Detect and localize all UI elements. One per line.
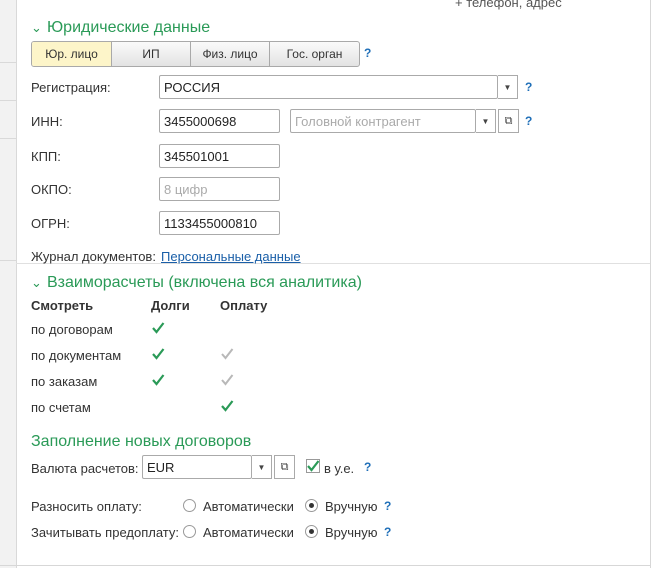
in-units-checkbox[interactable] (306, 459, 320, 473)
okpo-label: ОКПО: (31, 182, 72, 197)
strip-divider (0, 260, 16, 261)
radio-selected-dot (309, 529, 314, 534)
prepay-manual-radio[interactable] (305, 525, 318, 538)
distribute-auto-label: Автоматически (203, 499, 294, 514)
settlements-section-title: Взаиморасчеты (включена вся аналитика) (47, 274, 362, 291)
chevron-down-icon: ⌄ (31, 275, 42, 290)
orders-debts-checkbox[interactable] (151, 373, 165, 387)
triangle-down-icon: ▼ (257, 462, 266, 472)
triangle-down-icon: ▼ (503, 82, 512, 92)
parent-counterparty-dropdown[interactable]: ▼ (476, 109, 496, 133)
distribute-manual-label: Вручную (325, 499, 378, 514)
prepay-auto-label: Автоматически (203, 525, 294, 540)
distribute-auto-radio[interactable] (183, 499, 196, 512)
prepayment-label: Зачитывать предоплату: (31, 525, 179, 540)
prepay-manual-label: Вручную (325, 525, 378, 540)
currency-label: Валюта расчетов: (31, 461, 139, 476)
inn-input[interactable]: 3455000698 (159, 109, 280, 133)
open-window-icon: ⧉ (280, 460, 289, 473)
ogrn-input[interactable]: 1133455000810 (159, 211, 280, 235)
documents-payment-checkbox (221, 348, 234, 360)
currency-input[interactable]: EUR (142, 455, 252, 479)
legal-section-title: Юридические данные (47, 19, 211, 36)
entity-type-help[interactable]: ? (364, 46, 371, 60)
row-by-invoices-label: по счетам (31, 400, 91, 415)
inn-label: ИНН: (31, 114, 63, 129)
personal-data-link[interactable]: Персональные данные (161, 249, 301, 264)
parent-counterparty-input[interactable]: Головной контрагент (290, 109, 476, 133)
form-right-border (650, 0, 651, 568)
settlements-section-header[interactable]: ⌄ Взаиморасчеты (включена вся аналитика) (31, 274, 362, 292)
journal-label: Журнал документов: (31, 249, 156, 264)
new-contracts-section-title[interactable]: Заполнение новых договоров (31, 433, 251, 451)
phone-address-link[interactable]: + телефон, адрес (455, 0, 562, 10)
registration-dropdown-button[interactable]: ▼ (498, 75, 518, 99)
parent-counterparty-select: Головной контрагент ▼ ⧉ (290, 109, 519, 133)
registration-input[interactable]: РОССИЯ (159, 75, 498, 99)
payment-column-header: Оплату (220, 298, 268, 313)
currency-open-button[interactable]: ⧉ (274, 455, 295, 479)
strip-divider (0, 62, 16, 63)
legal-section-header[interactable]: ⌄ Юридические данные (31, 19, 210, 37)
distribute-payment-label: Разносить оплату: (31, 499, 142, 514)
strip-divider (0, 138, 16, 139)
registration-help[interactable]: ? (525, 80, 532, 94)
okpo-input[interactable]: 8 цифр (159, 177, 280, 201)
row-by-contracts-label: по договорам (31, 322, 113, 337)
entity-type-switch: Юр. лицо ИП Физ. лицо Гос. орган (31, 41, 360, 67)
currency-dropdown-button[interactable]: ▼ (252, 455, 272, 479)
row-by-orders-label: по заказам (31, 374, 98, 389)
radio-selected-dot (309, 503, 314, 508)
registration-label: Регистрация: (31, 80, 111, 95)
prepay-help[interactable]: ? (384, 525, 391, 539)
inn-help[interactable]: ? (525, 114, 532, 128)
chevron-down-icon: ⌄ (31, 20, 42, 35)
left-panel-strip (0, 0, 17, 568)
form-bottom-border (0, 565, 650, 566)
kpp-label: КПП: (31, 149, 61, 164)
view-column-header: Смотреть (31, 298, 94, 313)
in-units-help[interactable]: ? (364, 460, 371, 474)
registration-select: РОССИЯ ▼ (159, 75, 518, 99)
debts-column-header: Долги (151, 298, 190, 313)
tab-individual-entrepreneur[interactable]: ИП (112, 42, 191, 66)
open-window-icon: ⧉ (504, 114, 513, 127)
tab-government-body[interactable]: Гос. орган (270, 42, 359, 66)
in-units-label: в у.е. (324, 461, 355, 476)
parent-counterparty-open-button[interactable]: ⧉ (498, 109, 519, 133)
orders-payment-checkbox (221, 374, 234, 386)
ogrn-label: ОГРН: (31, 216, 70, 231)
currency-select: EUR ▼ ⧉ (142, 455, 295, 479)
triangle-down-icon: ▼ (481, 116, 490, 126)
tab-natural-person[interactable]: Физ. лицо (191, 42, 270, 66)
contracts-debts-checkbox[interactable] (151, 321, 165, 335)
distribute-manual-radio[interactable] (305, 499, 318, 512)
kpp-input[interactable]: 345501001 (159, 144, 280, 168)
documents-debts-checkbox[interactable] (151, 347, 165, 361)
invoices-payment-checkbox[interactable] (220, 399, 234, 413)
prepay-auto-radio[interactable] (183, 525, 196, 538)
distribute-help[interactable]: ? (384, 499, 391, 513)
strip-divider (0, 100, 16, 101)
tab-legal-entity[interactable]: Юр. лицо (32, 42, 112, 66)
row-by-documents-label: по документам (31, 348, 122, 363)
